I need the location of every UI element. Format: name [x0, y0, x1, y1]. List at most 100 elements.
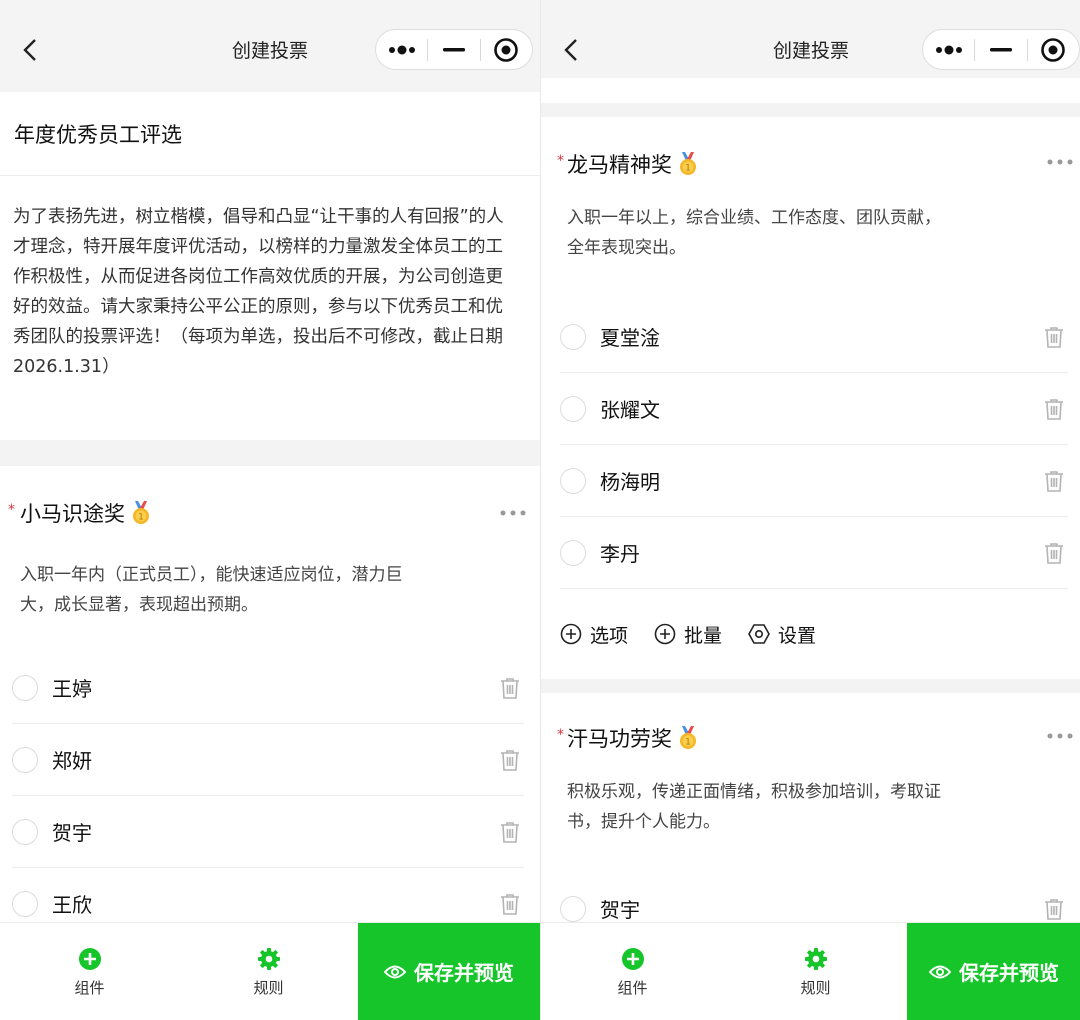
component-tab[interactable]: 组件	[541, 923, 724, 1020]
eye-icon	[929, 965, 951, 978]
radio-button[interactable]	[12, 674, 38, 701]
trash-icon[interactable]	[1040, 538, 1068, 568]
add-component-icon	[621, 947, 644, 970]
section-divider	[0, 440, 540, 466]
component-label: 组件	[74, 978, 105, 997]
more-icon[interactable]	[1040, 721, 1080, 751]
option-item: 郑妍	[12, 724, 524, 796]
svg-text:1: 1	[685, 738, 691, 748]
section-title[interactable]: 龙马精神奖 1	[567, 149, 700, 179]
scroll-spacer	[541, 78, 1080, 103]
gear-icon	[257, 947, 280, 970]
radio-button[interactable]	[560, 895, 586, 922]
capsule-menu	[375, 29, 533, 70]
svg-text:1: 1	[138, 513, 144, 523]
section-header: * 汗马功劳奖 1	[541, 693, 1080, 777]
vote-description[interactable]: 为了表扬先进，树立楷模，倡导和凸显“让干事的人有回报”的人才理念，特开展年度评优…	[0, 176, 540, 440]
section-header: * 小马识途奖 1	[0, 466, 540, 560]
medal-icon: 1	[133, 501, 149, 524]
rules-tab[interactable]: 规则	[179, 923, 358, 1020]
option-label[interactable]: 王婷	[52, 673, 92, 702]
option-label[interactable]: 夏堂淦	[600, 322, 660, 351]
nav-bar: 创建投票	[0, 0, 540, 92]
rules-tab[interactable]: 规则	[724, 923, 907, 1020]
save-preview-label: 保存并预览	[959, 961, 1059, 985]
radio-button[interactable]	[560, 323, 586, 350]
batch-add-button[interactable]: 批量	[654, 621, 722, 648]
add-option-button[interactable]: 选项	[560, 621, 628, 648]
section-title-text: 龙马精神奖	[567, 153, 672, 177]
section-description[interactable]: 积极乐观，传递正面情绪，积极参加培训，考取证书，提升个人能力。	[541, 777, 1080, 873]
trash-icon[interactable]	[496, 817, 524, 847]
trash-icon[interactable]	[1040, 466, 1068, 496]
section-longma: * 龙马精神奖 1 入职一年以上，综合业绩、工作态度、团队贡献，全年表现突出。 …	[541, 117, 1080, 679]
back-icon[interactable]	[551, 30, 591, 70]
add-option-label: 选项	[590, 624, 629, 647]
option-list: 王婷 郑妍 贺宇 王欣	[12, 652, 524, 940]
option-label[interactable]: 王欣	[52, 889, 92, 918]
minimize-icon[interactable]	[975, 30, 1026, 69]
save-preview-button[interactable]: 保存并预览	[907, 923, 1080, 1020]
minimize-icon[interactable]	[428, 30, 479, 69]
option-label[interactable]: 张耀文	[600, 394, 660, 423]
option-label[interactable]: 郑妍	[52, 745, 92, 774]
radio-button[interactable]	[12, 746, 38, 773]
more-icon[interactable]	[493, 498, 533, 528]
save-preview-button[interactable]: 保存并预览	[358, 923, 540, 1020]
save-preview-label: 保存并预览	[414, 961, 514, 985]
settings-label: 设置	[778, 624, 817, 647]
radio-button[interactable]	[12, 890, 38, 917]
more-menu-icon[interactable]	[923, 30, 974, 69]
option-item: 张耀文	[560, 373, 1068, 445]
trash-icon[interactable]	[496, 673, 524, 703]
radio-button[interactable]	[12, 818, 38, 845]
trash-icon[interactable]	[1040, 322, 1068, 352]
option-item: 杨海明	[560, 445, 1068, 517]
trash-icon[interactable]	[1040, 894, 1068, 924]
settings-button[interactable]: 设置	[748, 621, 816, 648]
section-description[interactable]: 入职一年内（正式员工），能快速适应岗位，潜力巨大，成长显著，表现超出预期。	[0, 560, 540, 652]
section-title-text: 小马识途奖	[20, 502, 125, 526]
rules-label: 规则	[253, 978, 284, 997]
more-menu-icon[interactable]	[376, 30, 427, 69]
trash-icon[interactable]	[496, 745, 524, 775]
medal-icon: 1	[680, 152, 696, 175]
component-tab[interactable]: 组件	[0, 923, 179, 1020]
radio-button[interactable]	[560, 467, 586, 494]
page-content: 年度优秀员工评选 为了表扬先进，树立楷模，倡导和凸显“让干事的人有回报”的人才理…	[0, 92, 540, 940]
settings-icon	[748, 624, 770, 644]
section-divider	[541, 679, 1080, 693]
option-list: 夏堂淦 张耀文 杨海明 李丹	[560, 301, 1068, 589]
left-screen: 年度优秀员工评选 为了表扬先进，树立楷模，倡导和凸显“让干事的人有回报”的人才理…	[0, 0, 540, 1020]
trash-icon[interactable]	[496, 889, 524, 919]
section-description[interactable]: 入职一年以上，综合业绩、工作态度、团队贡献，全年表现突出。	[541, 203, 1080, 301]
required-mark: *	[557, 153, 564, 169]
option-label[interactable]: 杨海明	[600, 466, 660, 495]
add-circle-icon	[560, 623, 582, 645]
section-title[interactable]: 小马识途奖 1	[20, 498, 153, 528]
section-title-text: 汗马功劳奖	[567, 727, 672, 751]
add-circle-icon	[654, 623, 676, 645]
component-label: 组件	[617, 978, 648, 997]
vote-title[interactable]: 年度优秀员工评选	[0, 92, 540, 176]
radio-button[interactable]	[560, 395, 586, 422]
option-label[interactable]: 李丹	[600, 538, 640, 567]
option-label[interactable]: 贺宇	[52, 817, 92, 846]
close-miniprogram-icon[interactable]	[481, 30, 532, 69]
close-miniprogram-icon[interactable]	[1028, 30, 1079, 69]
more-icon[interactable]	[1040, 147, 1080, 177]
option-label[interactable]: 贺宇	[600, 894, 640, 923]
option-item: 贺宇	[12, 796, 524, 868]
section-title[interactable]: 汗马功劳奖 1	[567, 723, 700, 753]
bottom-bar: 组件 规则 保存并预览	[0, 922, 540, 1020]
gear-icon	[804, 947, 827, 970]
svg-text:1: 1	[685, 164, 691, 174]
batch-add-label: 批量	[684, 624, 723, 647]
back-icon[interactable]	[10, 30, 50, 70]
option-actions: 选项 批量 设置	[541, 589, 1080, 679]
trash-icon[interactable]	[1040, 394, 1068, 424]
option-item: 李丹	[560, 517, 1068, 589]
radio-button[interactable]	[560, 539, 586, 566]
rules-label: 规则	[800, 978, 831, 997]
nav-bar: 创建投票	[541, 0, 1080, 78]
